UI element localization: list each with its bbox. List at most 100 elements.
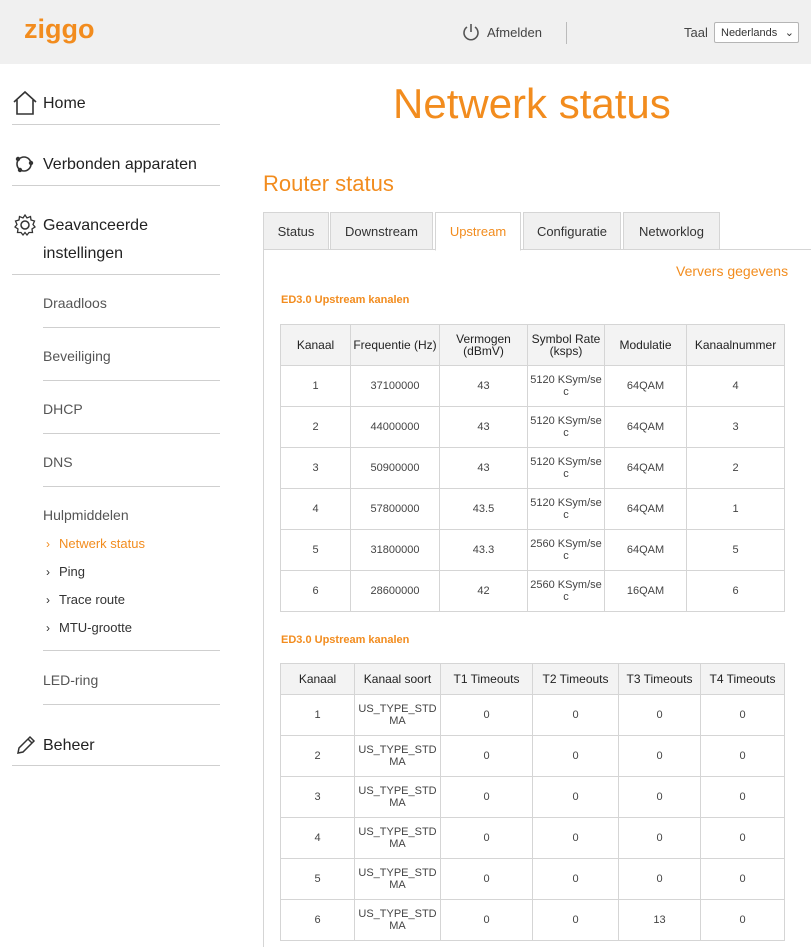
sidebar-item-security[interactable]: Beveiliging bbox=[43, 348, 220, 381]
table-cell: 64QAM bbox=[604, 529, 687, 571]
table-cell: 43.3 bbox=[439, 529, 528, 571]
pencil-icon bbox=[17, 735, 36, 754]
table-cell: 4 bbox=[280, 488, 351, 530]
sidebar-item-label: Home bbox=[43, 95, 86, 112]
tool-label: Netwerk status bbox=[59, 536, 145, 551]
column-header: Modulatie bbox=[604, 324, 687, 366]
home-icon bbox=[13, 90, 37, 115]
sidebar-item-label: DNS bbox=[43, 454, 73, 470]
column-header: Kanaal soort bbox=[354, 663, 441, 695]
table-cell: 1 bbox=[280, 365, 351, 407]
tool-label: Ping bbox=[59, 564, 86, 579]
tools-title[interactable]: Hulpmiddelen bbox=[43, 507, 129, 523]
table-row: 4 57800000 43.5 5120 KSym/sec 64QAM 1 bbox=[280, 488, 785, 530]
tab-status[interactable]: Status bbox=[263, 212, 329, 250]
table-cell: US_TYPE_STDMA bbox=[354, 899, 441, 941]
tool-trace-route[interactable]: › Trace route bbox=[46, 592, 125, 607]
sidebar-item-label: LED-ring bbox=[43, 672, 99, 688]
tool-label: Trace route bbox=[59, 592, 125, 607]
table-cell: 5 bbox=[686, 529, 785, 571]
table-cell: 0 bbox=[532, 899, 619, 941]
table-cell: 6 bbox=[686, 570, 785, 612]
table-cell: 0 bbox=[532, 694, 619, 736]
table-row: 2 US_TYPE_STDMA 0 0 0 0 bbox=[280, 735, 785, 777]
table-cell: 43 bbox=[439, 447, 528, 489]
table-cell: 31800000 bbox=[350, 529, 440, 571]
page-title: Netwerk status bbox=[393, 80, 671, 127]
language-value: Nederlands bbox=[721, 26, 778, 39]
table-cell: 3 bbox=[686, 406, 785, 448]
table-cell: 42 bbox=[439, 570, 528, 612]
table-cell: US_TYPE_STDMA bbox=[354, 776, 441, 818]
devices-icon bbox=[15, 156, 34, 173]
table-cell: 1 bbox=[686, 488, 785, 530]
tab-networklog[interactable]: Networklog bbox=[623, 212, 720, 250]
tab-configuration[interactable]: Configuratie bbox=[523, 212, 621, 250]
column-header: T1 Timeouts bbox=[440, 663, 533, 695]
table-cell: 0 bbox=[700, 776, 785, 818]
table-row: 6 28600000 42 2560 KSym/sec 16QAM 6 bbox=[280, 570, 785, 612]
language-select[interactable]: Nederlands ⌄ bbox=[714, 22, 799, 43]
column-header: Vermogen (dBmV) bbox=[439, 324, 528, 366]
table-row: 6 US_TYPE_STDMA 0 0 13 0 bbox=[280, 899, 785, 941]
table-cell: 4 bbox=[686, 365, 785, 407]
table-cell: 0 bbox=[532, 858, 619, 900]
table-cell: 0 bbox=[700, 899, 785, 941]
advanced-line-1: Geavanceerde bbox=[43, 217, 148, 234]
column-header: Frequentie (Hz) bbox=[350, 324, 440, 366]
table-cell: 13 bbox=[618, 899, 701, 941]
sidebar-item-label: Geavanceerde instellingen bbox=[43, 212, 148, 268]
table-cell: 44000000 bbox=[350, 406, 440, 448]
table-row: 4 US_TYPE_STDMA 0 0 0 0 bbox=[280, 817, 785, 859]
table-cell: 1 bbox=[280, 694, 355, 736]
sidebar-item-advanced[interactable]: Geavanceerde instellingen bbox=[12, 212, 220, 275]
table-row: 1 37100000 43 5120 KSym/sec 64QAM 4 bbox=[280, 365, 785, 407]
sidebar-item-devices[interactable]: Verbonden apparaten bbox=[12, 151, 220, 186]
sidebar-item-home[interactable]: Home bbox=[12, 90, 220, 125]
table-cell: 6 bbox=[280, 899, 355, 941]
table-cell: 0 bbox=[440, 776, 533, 818]
table-cell: 37100000 bbox=[350, 365, 440, 407]
logout-button[interactable]: Afmelden bbox=[461, 22, 542, 42]
column-header: Kanaalnummer bbox=[686, 324, 785, 366]
tool-network-status[interactable]: › Netwerk status bbox=[46, 536, 145, 551]
table-cell: 0 bbox=[532, 776, 619, 818]
tab-downstream[interactable]: Downstream bbox=[330, 212, 433, 250]
table-cell: US_TYPE_STDMA bbox=[354, 735, 441, 777]
table-cell: US_TYPE_STDMA bbox=[354, 694, 441, 736]
table-row: 3 US_TYPE_STDMA 0 0 0 0 bbox=[280, 776, 785, 818]
table-row: 5 31800000 43.3 2560 KSym/sec 64QAM 5 bbox=[280, 529, 785, 571]
table-cell: 57800000 bbox=[350, 488, 440, 530]
table-cell: 2560 KSym/sec bbox=[527, 570, 605, 612]
refresh-link[interactable]: Ververs gegevens bbox=[676, 263, 788, 279]
table-cell: 0 bbox=[618, 776, 701, 818]
ziggo-logo[interactable]: ziggo bbox=[24, 12, 104, 46]
sidebar-item-led-ring[interactable]: LED-ring bbox=[43, 672, 220, 705]
table-cell: 0 bbox=[618, 694, 701, 736]
table-cell: 3 bbox=[280, 447, 351, 489]
table-cell: 5120 KSym/sec bbox=[527, 488, 605, 530]
table-cell: 6 bbox=[280, 570, 351, 612]
table-cell: 0 bbox=[440, 858, 533, 900]
tab-upstream[interactable]: Upstream bbox=[435, 212, 521, 251]
column-header: Symbol Rate (ksps) bbox=[527, 324, 605, 366]
tools-divider bbox=[43, 627, 220, 651]
table-cell: 4 bbox=[280, 817, 355, 859]
table-header-row: Kanaal Frequentie (Hz) Vermogen (dBmV) S… bbox=[280, 324, 785, 366]
table-cell: US_TYPE_STDMA bbox=[354, 817, 441, 859]
power-icon bbox=[463, 24, 479, 41]
sidebar-item-dns[interactable]: DNS bbox=[43, 454, 220, 487]
chevron-right-icon: › bbox=[46, 592, 50, 607]
chevron-right-icon: › bbox=[46, 564, 50, 579]
table-cell: 64QAM bbox=[604, 488, 687, 530]
sidebar-item-wireless[interactable]: Draadloos bbox=[43, 295, 220, 328]
language-label: Taal bbox=[684, 25, 708, 40]
column-header: T3 Timeouts bbox=[618, 663, 701, 695]
table-cell: 0 bbox=[618, 817, 701, 859]
sidebar-item-dhcp[interactable]: DHCP bbox=[43, 401, 220, 434]
sidebar-item-admin[interactable]: Beheer bbox=[12, 732, 220, 766]
table-cell: 2 bbox=[280, 406, 351, 448]
table1-caption: ED3.0 Upstream kanalen bbox=[281, 294, 410, 306]
tool-ping[interactable]: › Ping bbox=[46, 564, 85, 579]
table-cell: 5 bbox=[280, 858, 355, 900]
